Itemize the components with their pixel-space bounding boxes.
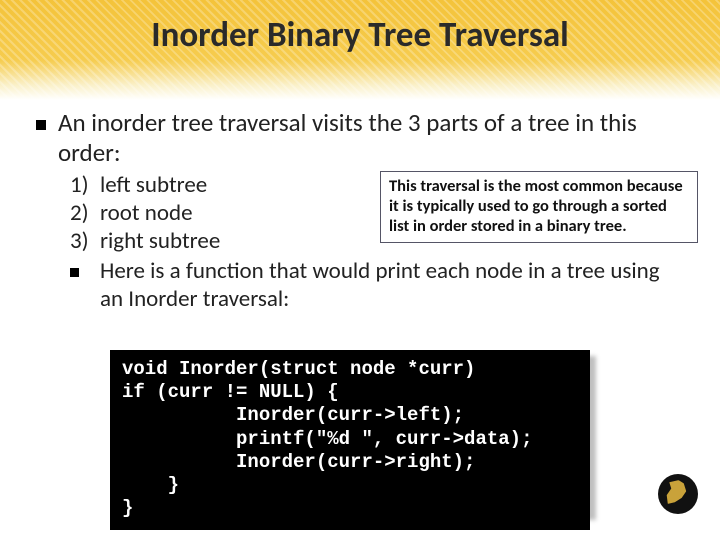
ucf-logo-icon bbox=[658, 474, 698, 514]
square-bullet-icon bbox=[70, 268, 79, 277]
slide: Inorder Binary Tree Traversal An inorder… bbox=[0, 0, 720, 540]
step-number: 2) bbox=[70, 199, 100, 227]
intro-text: An inorder tree traversal visits the 3 p… bbox=[58, 108, 690, 167]
code-block: void Inorder(struct node *curr) if (curr… bbox=[110, 350, 590, 530]
note-row: Here is a function that would print each… bbox=[70, 257, 690, 313]
callout-box: This traversal is the most common becaus… bbox=[380, 171, 698, 243]
intro-row: An inorder tree traversal visits the 3 p… bbox=[36, 108, 690, 167]
step-number: 1) bbox=[70, 171, 100, 199]
step-text: left subtree bbox=[100, 171, 207, 199]
content-area: An inorder tree traversal visits the 3 p… bbox=[36, 108, 690, 313]
square-bullet-icon bbox=[36, 120, 46, 130]
step-number: 3) bbox=[70, 227, 100, 255]
step-text: right subtree bbox=[100, 227, 220, 255]
note-text: Here is a function that would print each… bbox=[100, 257, 660, 313]
slide-title: Inorder Binary Tree Traversal bbox=[0, 14, 720, 56]
step-text: root node bbox=[100, 199, 193, 227]
ordered-steps: This traversal is the most common becaus… bbox=[70, 171, 690, 313]
